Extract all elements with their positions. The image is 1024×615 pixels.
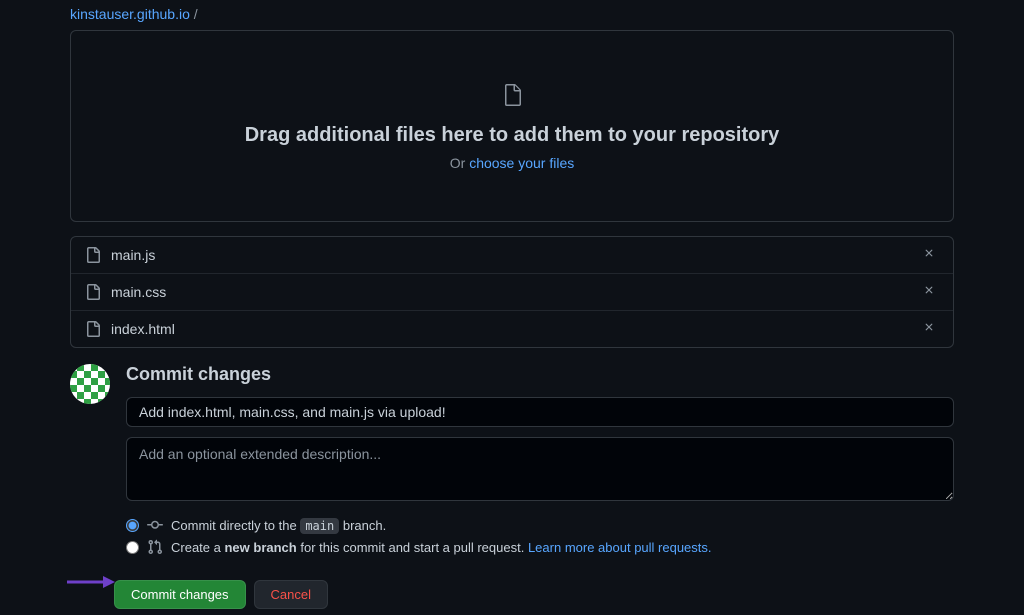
close-icon (923, 247, 935, 259)
close-icon (923, 321, 935, 333)
choose-files-link[interactable]: choose your files (469, 155, 574, 171)
git-pull-request-icon (147, 539, 163, 555)
branch-name: main (300, 518, 339, 534)
repo-link[interactable]: kinstauser.github.io (70, 6, 190, 22)
commit-summary-input[interactable] (126, 397, 954, 427)
radio-new-branch[interactable]: Create a new branch for this commit and … (126, 536, 954, 558)
radio-commit-direct[interactable]: Commit directly to the main branch. (126, 514, 954, 536)
remove-file-button[interactable] (919, 284, 939, 300)
file-list: main.js main.css index.html (70, 236, 954, 348)
commit-description-textarea[interactable] (126, 437, 954, 501)
file-icon (85, 284, 101, 300)
file-name: main.js (111, 247, 919, 263)
learn-more-link[interactable]: Learn more about pull requests. (528, 540, 712, 555)
dropzone-subtitle: Or choose your files (91, 155, 933, 171)
breadcrumb: kinstauser.github.io / (70, 0, 954, 30)
commit-changes-button[interactable]: Commit changes (114, 580, 246, 609)
file-item: main.css (71, 274, 953, 311)
breadcrumb-separator: / (194, 6, 198, 22)
remove-file-button[interactable] (919, 321, 939, 337)
avatar (70, 364, 110, 404)
file-name: main.css (111, 284, 919, 300)
file-item: main.js (71, 237, 953, 274)
commit-heading: Commit changes (126, 364, 954, 385)
close-icon (923, 284, 935, 296)
file-name: index.html (111, 321, 919, 337)
git-commit-icon (147, 517, 163, 533)
remove-file-button[interactable] (919, 247, 939, 263)
file-icon (85, 321, 101, 337)
file-dropzone[interactable]: Drag additional files here to add them t… (70, 30, 954, 222)
dropzone-title: Drag additional files here to add them t… (91, 124, 933, 147)
file-icon (85, 247, 101, 263)
file-item: index.html (71, 311, 953, 347)
cancel-button[interactable]: Cancel (254, 580, 328, 609)
file-icon (500, 83, 524, 110)
radio-commit-direct-input[interactable] (126, 519, 139, 532)
radio-new-branch-input[interactable] (126, 541, 139, 554)
commit-target-radio-group: Commit directly to the main branch. Crea… (126, 514, 954, 558)
